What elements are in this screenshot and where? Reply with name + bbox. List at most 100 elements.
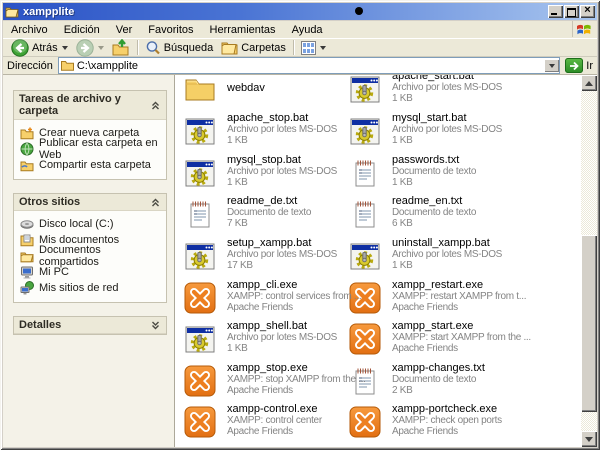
scroll-down-button[interactable] bbox=[581, 431, 597, 447]
address-input[interactable]: C:\xampplite bbox=[77, 60, 544, 72]
panel-header-detalles[interactable]: Detalles bbox=[14, 317, 166, 334]
address-dropdown-button[interactable] bbox=[544, 59, 559, 72]
file-tile-xampp-shell-bat[interactable]: xampp_shell.batArchivo por lotes MS-DOS1… bbox=[184, 321, 349, 359]
panel-header-tareas-de-archivo-y-carpeta[interactable]: Tareas de archivo y carpeta bbox=[14, 91, 166, 120]
toolbar-separator bbox=[293, 40, 294, 55]
file-tile-passwords-txt[interactable]: passwords.txtDocumento de texto1 KB bbox=[349, 155, 514, 193]
file-type-description: Archivo por lotes MS-DOS bbox=[392, 249, 578, 260]
file-name: mysql_stop.bat bbox=[227, 155, 373, 166]
client-area: Tareas de archivo y carpetaCrear nueva c… bbox=[3, 75, 597, 447]
file-tile-readme-en-txt[interactable]: readme_en.txtDocumento de texto6 KB bbox=[349, 196, 514, 234]
publish-web-icon bbox=[20, 142, 34, 156]
sidebar-item-documentos-compartidos[interactable]: Documentos compartidos bbox=[20, 248, 162, 264]
batch-icon bbox=[184, 323, 216, 355]
file-tile-text: mysql_start.batArchivo por lotes MS-DOS1… bbox=[392, 113, 578, 146]
file-type-description: XAMPP: restart XAMPP from t... bbox=[392, 291, 578, 302]
file-tile-setup-xampp-bat[interactable]: setup_xampp.batArchivo por lotes MS-DOS1… bbox=[184, 238, 349, 276]
file-tile-text: setup_xampp.batArchivo por lotes MS-DOS1… bbox=[227, 238, 373, 271]
batch-icon bbox=[184, 115, 216, 147]
file-tile-apache-stop-bat[interactable]: apache_stop.batArchivo por lotes MS-DOS1… bbox=[184, 113, 349, 151]
file-tile-text: xampp_cli.exeXAMPP: control services fro… bbox=[227, 280, 373, 313]
file-tile-xampp-changes-txt[interactable]: xampp-changes.txtDocumento de texto2 KB bbox=[349, 363, 514, 401]
sidebar-panel-tareas-de-archivo-y-carpeta: Tareas de archivo y carpetaCrear nueva c… bbox=[13, 90, 167, 180]
file-tile-readme-de-txt[interactable]: readme_de.txtDocumento de texto7 KB bbox=[184, 196, 349, 234]
folders-button[interactable]: Carpetas bbox=[217, 39, 290, 56]
back-button[interactable]: Atrás bbox=[7, 39, 72, 56]
menu-item-edici-n[interactable]: Edición bbox=[56, 23, 108, 37]
vertical-scrollbar[interactable] bbox=[581, 75, 597, 447]
file-name: passwords.txt bbox=[392, 155, 578, 166]
file-tile-xampp-start-exe[interactable]: xampp_start.exeXAMPP: start XAMPP from t… bbox=[349, 321, 514, 359]
file-tile-webdav[interactable]: webdav bbox=[184, 75, 349, 109]
file-name: xampp_stop.exe bbox=[227, 363, 373, 374]
file-name: xampp_start.exe bbox=[392, 321, 578, 332]
file-tile-xampp-cli-exe[interactable]: xampp_cli.exeXAMPP: control services fro… bbox=[184, 280, 349, 318]
shared-documents-icon bbox=[20, 249, 34, 263]
sidebar-item-label: Disco local (C:) bbox=[39, 218, 114, 230]
scroll-down-icon bbox=[585, 437, 593, 442]
file-tile-apache-start-bat[interactable]: apache_start.batArchivo por lotes MS-DOS… bbox=[349, 75, 514, 109]
file-name: xampp_shell.bat bbox=[227, 321, 373, 332]
file-info: 1 KB bbox=[392, 93, 578, 104]
address-label: Dirección bbox=[7, 60, 53, 72]
file-tile-mysql-stop-bat[interactable]: mysql_stop.batArchivo por lotes MS-DOS1 … bbox=[184, 155, 349, 193]
file-tile-xampp-restart-exe[interactable]: xampp_restart.exeXAMPP: restart XAMPP fr… bbox=[349, 280, 514, 318]
file-info: 1 KB bbox=[227, 177, 373, 188]
text-icon bbox=[184, 198, 216, 230]
scroll-up-button[interactable] bbox=[581, 75, 597, 91]
panel-body: Disco local (C:)Mis documentosDocumentos… bbox=[14, 211, 166, 302]
menu-item-herramientas[interactable]: Herramientas bbox=[202, 23, 284, 37]
address-bar: Dirección C:\xampplite Ir bbox=[3, 57, 597, 75]
forward-button[interactable] bbox=[72, 39, 108, 56]
toolbar: Atrás Búsqueda Carpetas bbox=[3, 39, 597, 57]
address-combo[interactable]: C:\xampplite bbox=[58, 57, 560, 74]
file-tile-mysql-start-bat[interactable]: mysql_start.batArchivo por lotes MS-DOS1… bbox=[349, 113, 514, 151]
go-button[interactable] bbox=[565, 58, 583, 73]
forward-dropdown-icon[interactable] bbox=[98, 46, 104, 50]
file-type-description: XAMPP: start XAMPP from the ... bbox=[392, 332, 578, 343]
panel-body: Crear nueva carpetaPublicar esta carpeta… bbox=[14, 120, 166, 179]
menu-item-favoritos[interactable]: Favoritos bbox=[140, 23, 201, 37]
my-documents-icon bbox=[20, 233, 34, 247]
file-tile-xampp-portcheck-exe[interactable]: xampp-portcheck.exeXAMPP: check open por… bbox=[349, 404, 514, 442]
file-name: xampp_restart.exe bbox=[392, 280, 578, 291]
maximize-icon bbox=[567, 8, 576, 17]
panel-header-otros-sitios[interactable]: Otros sitios bbox=[14, 194, 166, 211]
file-info: Apache Friends bbox=[227, 302, 373, 313]
file-type-description: XAMPP: control services from ... bbox=[227, 291, 373, 302]
title-bar[interactable]: xampplite × bbox=[3, 3, 597, 20]
sidebar-panel-otros-sitios: Otros sitiosDisco local (C:)Mis document… bbox=[13, 193, 167, 303]
file-tile-text: xampp_restart.exeXAMPP: restart XAMPP fr… bbox=[392, 280, 578, 313]
sidebar-item-disco-local-c[interactable]: Disco local (C:) bbox=[20, 216, 162, 232]
sidebar-item-publicar-esta-carpeta-en-web[interactable]: Publicar esta carpeta en Web bbox=[20, 141, 162, 157]
batch-icon bbox=[184, 240, 216, 272]
sidebar-item-mis-sitios-de-red[interactable]: Mis sitios de red bbox=[20, 280, 162, 296]
sidebar-item-label: Documentos compartidos bbox=[39, 244, 162, 268]
search-button[interactable]: Búsqueda bbox=[141, 39, 218, 56]
chevron-double-down-icon bbox=[150, 320, 161, 331]
file-type-description: Archivo por lotes MS-DOS bbox=[227, 166, 373, 177]
file-tile-xampp-stop-exe[interactable]: xampp_stop.exeXAMPP: stop XAMPP from the… bbox=[184, 363, 349, 401]
menu-item-archivo[interactable]: Archivo bbox=[3, 23, 56, 37]
scrollbar-thumb[interactable] bbox=[581, 235, 597, 412]
sidebar-panel-detalles: Detalles bbox=[13, 316, 167, 335]
chevron-down-icon bbox=[549, 64, 555, 68]
close-button[interactable]: × bbox=[580, 5, 595, 18]
sidebar-item-label: Publicar esta carpeta en Web bbox=[39, 137, 162, 161]
maximize-button[interactable] bbox=[564, 5, 579, 18]
views-dropdown-icon[interactable] bbox=[320, 46, 326, 50]
file-tile-xampp-control-exe[interactable]: xampp-control.exeXAMPP: control centerAp… bbox=[184, 404, 349, 442]
menu-item-ayuda[interactable]: Ayuda bbox=[284, 23, 331, 37]
views-button[interactable] bbox=[297, 39, 330, 56]
up-button[interactable] bbox=[108, 39, 134, 56]
close-icon: × bbox=[580, 4, 595, 17]
file-name: xampp-control.exe bbox=[227, 404, 373, 415]
menu-item-ver[interactable]: Ver bbox=[108, 23, 141, 37]
sidebar-item-compartir-esta-carpeta[interactable]: Compartir esta carpeta bbox=[20, 157, 162, 173]
minimize-button[interactable] bbox=[548, 5, 563, 18]
search-icon bbox=[145, 40, 161, 56]
back-dropdown-icon[interactable] bbox=[62, 46, 68, 50]
up-folder-icon bbox=[112, 39, 130, 56]
file-tile-uninstall-xampp-bat[interactable]: uninstall_xampp.batArchivo por lotes MS-… bbox=[349, 238, 514, 276]
title-bar-dot bbox=[355, 7, 363, 15]
